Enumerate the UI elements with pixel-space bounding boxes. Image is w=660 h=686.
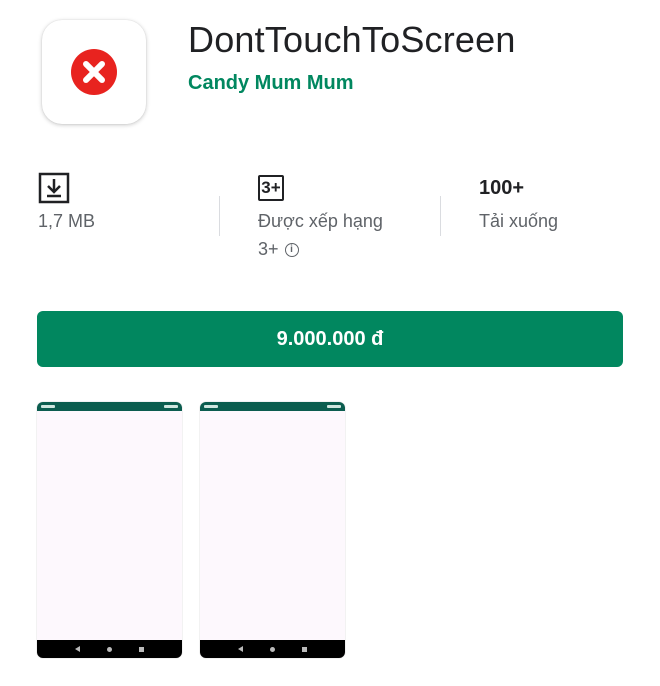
phone-nav-bar	[37, 640, 182, 658]
home-icon	[106, 646, 112, 652]
rating-sublabel[interactable]: 3+ i	[258, 236, 383, 262]
downloads-label: Tải xuống	[479, 211, 559, 231]
phone-nav-bar	[200, 640, 345, 658]
recents-icon	[302, 646, 308, 652]
phone-status-bar	[37, 402, 182, 411]
screenshot-1[interactable]	[37, 402, 182, 658]
recents-icon	[139, 646, 145, 652]
home-icon	[269, 646, 275, 652]
info-icon[interactable]: i	[284, 243, 299, 258]
phone-status-bar	[200, 402, 345, 411]
developer-link[interactable]: Candy Mum Mum	[188, 70, 354, 96]
stat-size: 1,7 MB	[38, 170, 95, 234]
stat-divider	[440, 196, 441, 236]
screenshot-2[interactable]	[200, 402, 345, 658]
rating-value: 3+	[258, 239, 279, 259]
rating-label: Được xếp hạng	[258, 211, 383, 231]
size-label: 1,7 MB	[38, 211, 96, 231]
app-icon	[42, 20, 146, 124]
downloads-value: 100+	[479, 176, 525, 199]
stat-downloads: 100+ Tải xuống	[479, 170, 558, 234]
download-icon	[38, 172, 70, 204]
red-x-circle-icon	[71, 49, 117, 95]
content-rating-badge: 3+	[258, 175, 284, 201]
stat-divider	[219, 196, 220, 236]
back-icon	[237, 646, 243, 652]
buy-button[interactable]: 9.000.000 đ	[37, 311, 623, 367]
back-icon	[74, 646, 80, 652]
app-title: DontTouchToScreen	[188, 19, 516, 60]
stat-rating: 3+ Được xếp hạng 3+ i	[258, 170, 383, 262]
